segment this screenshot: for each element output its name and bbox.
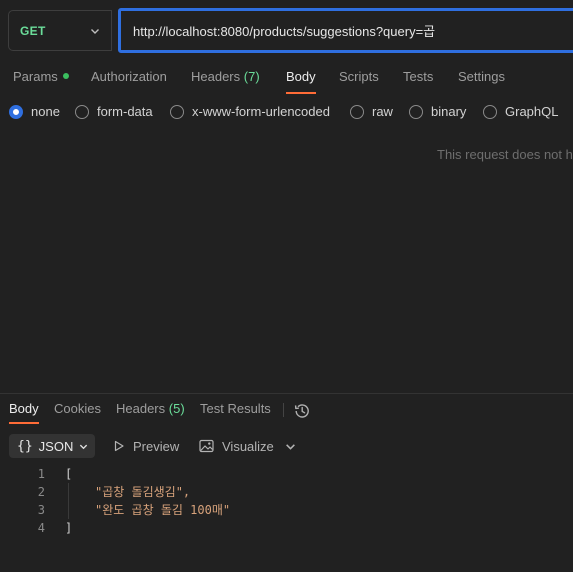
method-label: GET xyxy=(20,23,46,38)
tab-scripts[interactable]: Scripts xyxy=(339,62,379,92)
chevron-down-icon xyxy=(91,28,99,34)
tab-authorization[interactable]: Authorization xyxy=(91,62,167,92)
chevron-down-icon xyxy=(80,444,88,449)
indent-guide xyxy=(68,483,69,519)
response-tab-body[interactable]: Body xyxy=(9,396,39,424)
radio-binary[interactable]: binary xyxy=(409,104,466,119)
response-tab-headers-label: Headers xyxy=(116,401,166,416)
history-icon[interactable] xyxy=(293,402,311,420)
tab-params-label: Params xyxy=(13,69,58,84)
image-icon xyxy=(199,439,214,453)
tab-headers[interactable]: Headers (7) xyxy=(191,62,260,92)
tab-headers-label: Headers xyxy=(191,69,241,84)
code-line: 1 [ xyxy=(0,465,573,483)
tab-separator xyxy=(283,403,284,417)
radio-form-data[interactable]: form-data xyxy=(75,104,153,119)
code-text: [ xyxy=(65,467,73,481)
response-tab-headers[interactable]: Headers (5) xyxy=(116,396,185,422)
radio-graphql[interactable]: GraphQL xyxy=(483,104,558,119)
radio-none-label: none xyxy=(31,104,60,119)
tab-headers-count: (7) xyxy=(243,69,260,84)
line-number: 4 xyxy=(37,521,45,535)
pane-divider[interactable] xyxy=(0,393,573,394)
line-number: 2 xyxy=(37,485,45,499)
code-line: 3 "완도 곱창 돌김 100매" xyxy=(0,501,573,519)
tab-body-label: Body xyxy=(286,69,316,84)
tab-params[interactable]: Params xyxy=(13,62,69,92)
response-tab-test-results-label: Test Results xyxy=(200,401,271,416)
method-select[interactable]: GET xyxy=(8,10,112,51)
tab-body[interactable]: Body xyxy=(286,62,316,94)
code-text: "곱창 돌김생김", xyxy=(95,483,190,501)
response-tab-cookies-label: Cookies xyxy=(54,401,101,416)
code-text: ] xyxy=(65,521,73,535)
visualize-label: Visualize xyxy=(222,438,274,454)
radio-raw[interactable]: raw xyxy=(350,104,393,119)
radio-empty-icon xyxy=(75,104,89,119)
response-tab-body-label: Body xyxy=(9,401,39,416)
radio-empty-icon xyxy=(350,104,364,119)
request-tabs: Params Authorization Headers (7) Body Sc… xyxy=(0,62,573,94)
line-number: 3 xyxy=(37,503,45,517)
postman-window: GET http://localhost:8080/products/sugge… xyxy=(0,0,573,572)
params-indicator-dot xyxy=(62,73,69,79)
radio-urlencoded-label: x-www-form-urlencoded xyxy=(192,104,330,119)
format-label: JSON xyxy=(38,438,74,454)
visualize-dropdown-chevron-icon[interactable] xyxy=(285,441,296,452)
braces-icon: {} xyxy=(17,438,33,454)
tab-settings-label: Settings xyxy=(458,69,505,84)
response-tab-cookies[interactable]: Cookies xyxy=(54,396,101,422)
line-number: 1 xyxy=(37,467,45,481)
tab-settings[interactable]: Settings xyxy=(458,62,505,92)
tab-tests-label: Tests xyxy=(403,69,434,84)
url-text: http://localhost:8080/products/suggestio… xyxy=(133,24,436,39)
body-type-radios: none form-data x-www-form-urlencoded raw… xyxy=(0,104,573,122)
response-body-editor[interactable]: 1 [ 2 "곱창 돌김생김", 3 "완도 곱창 돌김 100매" 4 ] xyxy=(0,465,573,537)
json-string: "완도 곱창 돌김 100매" xyxy=(95,503,231,517)
empty-body-note: This request does not ha xyxy=(437,147,573,162)
json-string: "곱창 돌김생김", xyxy=(95,485,191,499)
url-input[interactable]: http://localhost:8080/products/suggestio… xyxy=(118,8,573,53)
radio-graphql-label: GraphQL xyxy=(505,104,559,119)
preview-label: Preview xyxy=(133,438,180,454)
code-text: "완도 곱창 돌김 100매" xyxy=(95,501,230,519)
radio-selected-icon xyxy=(9,104,23,119)
code-line: 2 "곱창 돌김생김", xyxy=(0,483,573,501)
radio-none[interactable]: none xyxy=(9,104,60,119)
response-tab-headers-count: (5) xyxy=(168,401,185,416)
radio-empty-icon xyxy=(483,104,497,119)
radio-binary-label: binary xyxy=(431,104,467,119)
play-icon xyxy=(114,440,124,452)
code-line: 4 ] xyxy=(0,519,573,537)
preview-button[interactable]: Preview xyxy=(113,434,179,458)
radio-x-www-form-urlencoded[interactable]: x-www-form-urlencoded xyxy=(170,104,330,119)
radio-empty-icon xyxy=(170,104,184,119)
response-tabs: Body Cookies Headers (5) Test Results xyxy=(0,396,573,426)
tab-scripts-label: Scripts xyxy=(339,69,379,84)
visualize-button[interactable]: Visualize xyxy=(199,434,274,458)
format-select-button[interactable]: {} JSON xyxy=(9,434,95,458)
tab-authorization-label: Authorization xyxy=(91,69,167,84)
radio-raw-label: raw xyxy=(372,104,393,119)
radio-form-data-label: form-data xyxy=(97,104,153,119)
response-tab-test-results[interactable]: Test Results xyxy=(200,396,271,422)
radio-empty-icon xyxy=(409,104,423,119)
tab-tests[interactable]: Tests xyxy=(403,62,433,92)
